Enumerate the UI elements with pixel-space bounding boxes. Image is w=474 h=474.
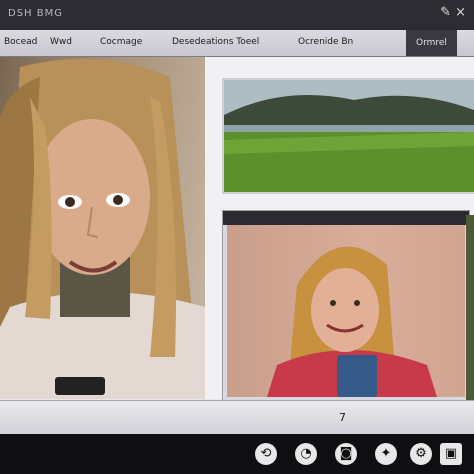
title-bar: DSH BMG ✎ ×: [0, 0, 474, 30]
app-title: DSH BMG: [8, 8, 63, 19]
window-controls[interactable]: ✎ ×: [440, 5, 466, 20]
taskbar: ⟲ ◔ ◙ ✦ ⚙ ▣: [0, 434, 474, 474]
main-photo[interactable]: [0, 57, 205, 399]
menu-item-wwd[interactable]: Wwd: [50, 37, 72, 47]
landscape-graphic: [224, 80, 474, 192]
menu-item-desedeations[interactable]: Desedeations Toeel: [172, 37, 259, 47]
camera-icon[interactable]: ◙: [335, 443, 357, 465]
video-feed: [227, 225, 465, 397]
menu-item-bocead[interactable]: Bocead: [4, 37, 37, 47]
menu-item-ocrenide[interactable]: Ocrenide Bn: [298, 37, 353, 47]
gear-icon[interactable]: ⚙: [410, 443, 432, 465]
video-window[interactable]: [222, 210, 470, 402]
video-topbar: [223, 211, 469, 225]
chat-icon[interactable]: ◔: [295, 443, 317, 465]
status-text: 7: [339, 411, 346, 424]
side-strip: [466, 215, 474, 400]
back-icon[interactable]: ⟲: [255, 443, 277, 465]
menu-item-ormrel[interactable]: Ormrel: [406, 30, 457, 56]
video-person: [267, 246, 437, 397]
settings-icon[interactable]: ✦: [375, 443, 397, 465]
status-bar: 7: [0, 400, 474, 435]
portrait-image: [0, 59, 205, 399]
app-icon[interactable]: ▣: [440, 443, 462, 465]
landscape-image[interactable]: [222, 78, 474, 194]
menu-item-cocmage[interactable]: Cocmage: [100, 37, 142, 47]
menu-bar: Bocead Wwd Cocmage Desedeations Toeel Oc…: [0, 30, 474, 57]
